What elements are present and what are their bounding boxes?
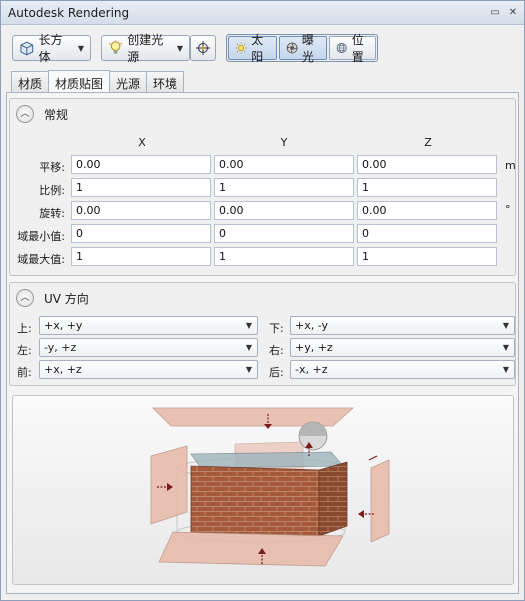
uv-top-label: 上: xyxy=(17,322,32,335)
uv-front-select[interactable]: +x, +z ▼ xyxy=(39,360,258,379)
translate-label: 平移: xyxy=(39,161,65,174)
chevron-down-icon: ▼ xyxy=(77,43,84,53)
chevron-down-icon: ▼ xyxy=(502,365,509,374)
chevron-down-icon: ▼ xyxy=(502,343,509,352)
chevron-down-icon: ▼ xyxy=(502,321,509,330)
create-light-label: 创建光源 xyxy=(127,33,164,64)
uv-left-label: 左: xyxy=(17,344,32,357)
uv-top-value: +x, +y xyxy=(44,319,83,332)
scale-y-input[interactable] xyxy=(214,178,354,197)
translate-unit: m xyxy=(505,159,516,172)
uv-back-value: -x, +z xyxy=(295,363,328,376)
scale-x-input[interactable] xyxy=(71,178,211,197)
uv-right-select[interactable]: +y, +z ▼ xyxy=(290,338,515,357)
domain-min-x-input[interactable] xyxy=(71,224,211,243)
chevron-down-icon: ▼ xyxy=(245,365,252,374)
box-mapping-preview-image xyxy=(150,407,390,567)
exposure-button[interactable]: 曝光 xyxy=(278,33,328,64)
uv-direction-group: ︿ UV 方向 上: +x, +y ▼ 下: +x, -y ▼ 左: -y, +… xyxy=(9,282,516,386)
close-icon[interactable]: ✕ xyxy=(505,5,521,21)
target-button[interactable] xyxy=(190,35,216,61)
uv-front-label: 前: xyxy=(17,366,32,379)
uv-back-label: 后: xyxy=(269,366,284,379)
general-group: ︿ 常规 X Y Z 平移: m 比例: 旋转: ° 域最小值: xyxy=(9,98,516,276)
domain-min-z-input[interactable] xyxy=(357,224,497,243)
material-mapping-page: ︿ 常规 X Y Z 平移: m 比例: 旋转: ° 域最小值: xyxy=(6,92,519,594)
collapse-icon[interactable]: ︿ xyxy=(16,289,34,307)
scale-label: 比例: xyxy=(39,184,65,197)
aperture-icon xyxy=(286,42,298,54)
uv-bottom-label: 下: xyxy=(269,322,284,335)
location-button[interactable]: 位置 xyxy=(329,33,376,64)
translate-x-input[interactable] xyxy=(71,155,211,174)
chevron-down-icon: ▼ xyxy=(245,321,252,330)
collapse-icon[interactable]: ︿ xyxy=(16,105,34,123)
create-light-button[interactable]: 创建光源 ▼ xyxy=(101,33,190,64)
sun-label: 太阳 xyxy=(251,33,264,64)
box-dropdown-button[interactable]: 长方体 ▼ xyxy=(12,33,91,64)
translate-z-input[interactable] xyxy=(357,155,497,174)
minimize-icon[interactable]: ▭ xyxy=(487,5,503,21)
target-icon xyxy=(196,41,210,55)
uv-right-value: +y, +z xyxy=(295,341,333,354)
chevron-down-icon: ▼ xyxy=(245,343,252,352)
uv-left-select[interactable]: -y, +z ▼ xyxy=(39,338,258,357)
box-icon xyxy=(20,41,34,56)
general-title: 常规 xyxy=(44,107,69,122)
toolbar: 长方体 ▼ 创建光源 ▼ 太阳 曝光 位置 xyxy=(1,26,524,70)
box-label: 长方体 xyxy=(38,33,63,64)
rotation-x-input[interactable] xyxy=(71,201,211,220)
uv-title: UV 方向 xyxy=(44,291,89,306)
rotation-z-input[interactable] xyxy=(357,201,497,220)
column-y-header: Y xyxy=(280,136,288,149)
scale-z-input[interactable] xyxy=(357,178,497,197)
chevron-down-icon: ▼ xyxy=(176,43,183,53)
lightbulb-icon xyxy=(108,40,123,54)
domain-max-label: 域最大值: xyxy=(17,253,65,266)
rotation-y-input[interactable] xyxy=(214,201,354,220)
title-bar: Autodesk Rendering ▭ ✕ xyxy=(1,1,524,25)
column-z-header: Z xyxy=(424,136,432,149)
exposure-label: 曝光 xyxy=(301,33,314,64)
uv-bottom-value: +x, -y xyxy=(295,319,329,332)
tab-material[interactable]: 材质 xyxy=(11,71,50,92)
domain-max-y-input[interactable] xyxy=(214,247,354,266)
uv-left-value: -y, +z xyxy=(44,341,77,354)
window-title: Autodesk Rendering xyxy=(8,6,130,20)
rendering-window: Autodesk Rendering ▭ ✕ 长方体 ▼ 创建光源 ▼ 太阳 曝… xyxy=(0,0,525,601)
uv-front-value: +x, +z xyxy=(44,363,82,376)
general-header: ︿ 常规 xyxy=(16,105,68,123)
uv-back-select[interactable]: -x, +z ▼ xyxy=(290,360,515,379)
domain-max-z-input[interactable] xyxy=(357,247,497,266)
domain-min-label: 域最小值: xyxy=(17,230,65,243)
mapping-preview xyxy=(12,395,514,585)
tab-material-mapping[interactable]: 材质贴图 xyxy=(48,70,111,92)
tab-environment[interactable]: 环境 xyxy=(146,71,185,92)
uv-top-select[interactable]: +x, +y ▼ xyxy=(39,316,258,335)
uv-bottom-select[interactable]: +x, -y ▼ xyxy=(290,316,515,335)
tab-light-source[interactable]: 光源 xyxy=(109,71,148,92)
location-label: 位置 xyxy=(351,33,364,64)
domain-min-y-input[interactable] xyxy=(214,224,354,243)
tab-strip: 材质 材质贴图 光源 环境 xyxy=(11,70,185,93)
domain-max-x-input[interactable] xyxy=(71,247,211,266)
uv-header: ︿ UV 方向 xyxy=(16,289,89,307)
sun-button[interactable]: 太阳 xyxy=(228,33,277,64)
sun-icon xyxy=(235,42,247,54)
sun-exposure-location-group: 太阳 曝光 位置 xyxy=(226,33,378,64)
uv-right-label: 右: xyxy=(269,344,284,357)
globe-icon xyxy=(336,42,348,54)
rotation-label: 旋转: xyxy=(39,207,65,220)
column-x-header: X xyxy=(138,136,146,149)
translate-y-input[interactable] xyxy=(214,155,354,174)
rotation-unit: ° xyxy=(505,203,511,216)
